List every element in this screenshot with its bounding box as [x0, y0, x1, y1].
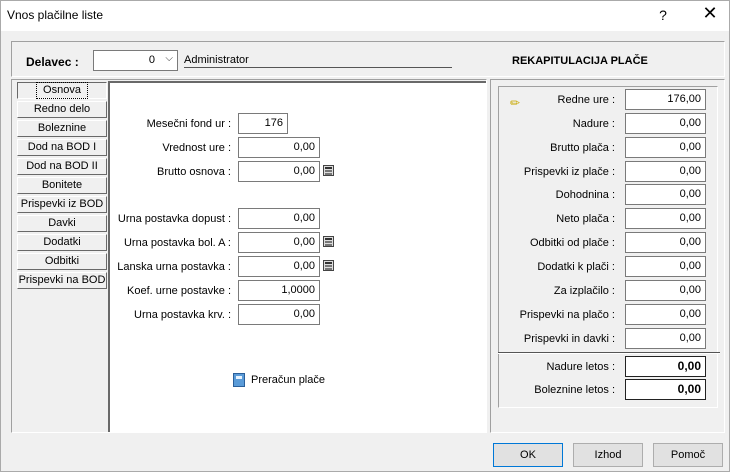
calculator-icon[interactable]	[323, 236, 334, 247]
lanska-urna-field[interactable]: 0,00	[238, 256, 320, 277]
chevron-down-icon[interactable]: ⌵	[165, 53, 173, 64]
nadure-label: Nadure :	[572, 118, 615, 130]
nav-osnova[interactable]: Osnova	[17, 82, 107, 99]
urna-dopust-label: Urna postavka dopust :	[117, 213, 231, 225]
nav-redno-delo[interactable]: Redno delo	[17, 101, 107, 118]
neto-placa-field: 0,00	[625, 208, 706, 229]
urna-bol-a-label: Urna postavka bol. A :	[123, 237, 231, 249]
delavec-label: Delavec :	[26, 55, 79, 69]
za-izplacilo-label: Za izplačilo :	[553, 285, 615, 297]
help-icon[interactable]: ?	[653, 7, 673, 23]
urna-bol-a-field[interactable]: 0,00	[238, 232, 320, 253]
calculator-icon	[233, 373, 245, 387]
mesecni-fond-label: Mesečni fond ur :	[146, 118, 231, 130]
calculator-icon[interactable]	[323, 260, 334, 271]
brutto-placa-field: 0,00	[625, 137, 706, 158]
calculator-icon[interactable]	[323, 165, 334, 176]
nadure-letos-field: 0,00	[625, 356, 706, 377]
preracun-label: Preračun plače	[251, 373, 325, 386]
urna-krv-field[interactable]: 0,00	[238, 304, 320, 325]
izhod-button[interactable]: Izhod	[573, 443, 643, 467]
window-title: Vnos plačilne liste	[7, 8, 104, 22]
close-icon[interactable]: ✕	[696, 3, 724, 24]
employee-name: Administrator	[184, 54, 452, 68]
brutto-osnova-label: Brutto osnova :	[157, 166, 231, 178]
nav-prispevki-iz-bod[interactable]: Prispevki iz BOD	[17, 196, 107, 213]
vrednost-ure-label: Vrednost ure :	[162, 142, 231, 154]
redne-ure-label: Redne ure :	[557, 94, 615, 106]
dohodnina-field: 0,00	[625, 184, 706, 205]
vrednost-ure-field[interactable]: 0,00	[238, 137, 320, 158]
preracun-button[interactable]: Preračun plače	[233, 373, 325, 387]
urna-dopust-field[interactable]: 0,00	[238, 208, 320, 229]
prispevki-in-davki-field: 0,00	[625, 328, 706, 349]
nadure-letos-label: Nadure letos :	[546, 361, 615, 373]
ok-button[interactable]: OK	[493, 443, 563, 467]
koef-urne-field[interactable]: 1,0000	[238, 280, 320, 301]
koef-urne-label: Koef. urne postavke :	[127, 285, 231, 297]
odbitki-od-place-field: 0,00	[625, 232, 706, 253]
delavec-select-value: 0	[148, 54, 155, 66]
dohodnina-label: Dohodnina :	[555, 189, 615, 201]
pomoc-button[interactable]: Pomoč	[653, 443, 723, 467]
employee-bar: Delavec : 0 ⌵ Administrator REKAPITULACI…	[11, 41, 725, 77]
title-bar: Vnos plačilne liste ? ✕	[1, 1, 729, 31]
boleznine-letos-label: Boleznine letos :	[534, 384, 615, 396]
nav-bonitete[interactable]: Bonitete	[17, 177, 107, 194]
brutto-placa-label: Brutto plača :	[550, 142, 615, 154]
boleznine-letos-field: 0,00	[625, 379, 706, 400]
neto-placa-label: Neto plača :	[556, 213, 615, 225]
urna-krv-label: Urna postavka krv. :	[134, 309, 231, 321]
delavec-select[interactable]: 0 ⌵	[93, 50, 178, 71]
prispevki-na-placo-label: Prispevki na plačo :	[519, 309, 615, 321]
mesecni-fond-field[interactable]: 176	[238, 113, 288, 134]
payslip-dialog: Vnos plačilne liste ? ✕ Delavec : 0 ⌵ Ad…	[0, 0, 730, 472]
redne-ure-field: 176,00	[625, 89, 706, 110]
nadure-field: 0,00	[625, 113, 706, 134]
lanska-urna-label: Lanska urna postavka :	[117, 261, 231, 273]
dodatki-k-placi-field: 0,00	[625, 256, 706, 277]
rekap-separator	[498, 352, 720, 354]
prispevki-iz-placa-field: 0,00	[625, 161, 706, 182]
rekap-title: REKAPITULACIJA PLAČE	[512, 55, 648, 67]
brutto-osnova-field[interactable]: 0,00	[238, 161, 320, 182]
za-izplacilo-field: 0,00	[625, 280, 706, 301]
dodatki-k-placi-label: Dodatki k plači :	[537, 261, 615, 273]
prispevki-in-davki-label: Prispevki in davki :	[523, 333, 615, 345]
prispevki-iz-placa-label: Prispevki iz plače :	[523, 166, 615, 178]
odbitki-od-place-label: Odbitki od plače :	[530, 237, 615, 249]
prispevki-na-placo-field: 0,00	[625, 304, 706, 325]
